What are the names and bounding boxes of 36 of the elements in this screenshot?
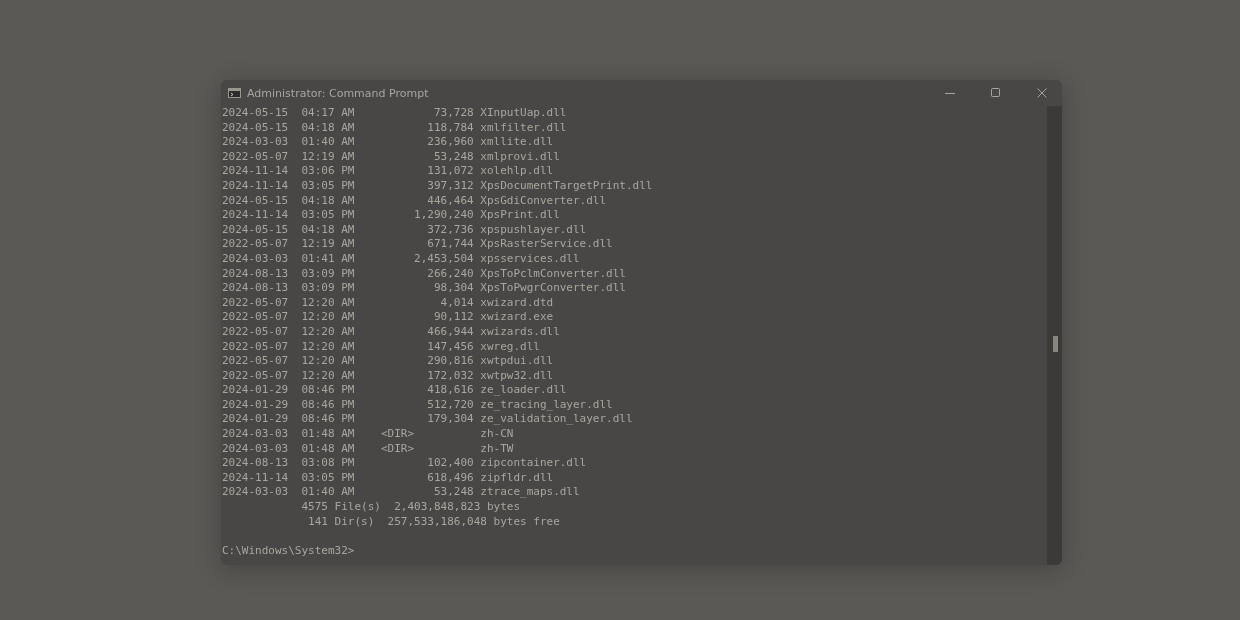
output-line: 2024-01-29 08:46 PM 512,720 ze_tracing_layer.dll [222,397,613,413]
output-line: 2022-05-07 12:20 AM 466,944 xwizards.dll [222,324,560,340]
output-line: 2022-05-07 12:20 AM 172,032 xwtpw32.dll [222,368,554,384]
output-line: 2024-11-14 03:05 PM 618,496 zipfldr.dll [222,470,554,486]
output-line: 2022-05-07 12:20 AM 90,112 xwizard.exe [222,310,554,325]
output-line: 2022-05-07 12:20 AM 4,014 xwizard.dtd [222,295,554,311]
output-line: 4575 File(s) 2,403,848,823 bytes [300,500,520,515]
close-icon [1037,88,1047,98]
output-line: 2024-01-29 08:46 PM 418,616 ze_loader.dll [222,383,567,398]
maximize-icon [991,88,1001,98]
output-line: 2024-03-03 01:40 AM 53,248 ztrace_maps.dll [222,485,580,501]
window-title: Administrator: Command Prompt [247,86,429,100]
output-line: 2024-11-14 03:05 PM 397,312 XpsDocumentTargetPrint.dll [222,178,653,194]
output-line: 2024-11-14 03:05 PM 1,290,240 XpsPrint.dll [222,208,560,223]
output-line: 2024-08-13 03:09 PM 266,240 XpsToPclmConverter.dll [222,266,626,282]
output-line: 2024-11-14 03:06 PM 131,072 xolehlp.dll [222,164,554,179]
output-line: 2024-05-15 04:17 AM 73,728 XInputUap.dll [222,106,567,121]
output-line: 2024-03-03 01:41 AM 2,453,504 xpsservices.dll [222,251,580,267]
output-line: 2022-05-07 12:20 AM 147,456 xwreg.dll [222,339,540,355]
scroll-thumb[interactable] [1053,336,1058,352]
output-line: 2024-08-13 03:09 PM 98,304 XpsToPwgrConverter.dll [222,281,626,296]
console-icon [228,88,241,98]
output-line: 2024-05-15 04:18 AM 446,464 XpsGdiConverter.dll [222,193,607,209]
output-line: 2022-05-07 12:19 AM 53,248 xmlprovi.dll [222,149,560,165]
output-line: 141 Dir(s) 257,533,186,048 bytes free [307,514,560,530]
output-line: 2022-05-07 12:20 AM 290,816 xwtpdui.dll [222,354,554,369]
output-line: 2024-05-15 04:18 AM 372,736 xpspushlayer.dll [222,222,587,238]
output-line: 2024-08-13 03:08 PM 102,400 zipcontainer.dll [222,456,587,471]
output-line: 2024-05-15 04:18 AM 118,784 xmlfilter.dll [222,120,567,136]
output-line: 2024-01-29 08:46 PM 179,304 ze_validation_layer.dll [222,412,633,428]
output-line: 2024-03-03 01:48 AM <DIR> zh-TW [222,441,514,457]
output-line: 2022-05-07 12:19 AM 671,744 XpsRasterService.dll [222,237,613,252]
scrollbar[interactable] [1047,106,1062,565]
output-line: 2024-03-03 01:40 AM 236,960 xmllite.dll [222,135,554,150]
command-prompt[interactable]: C:\Windows\System32> [222,543,355,559]
output-line: 2024-03-03 01:48 AM <DIR> zh-CN [222,427,514,442]
